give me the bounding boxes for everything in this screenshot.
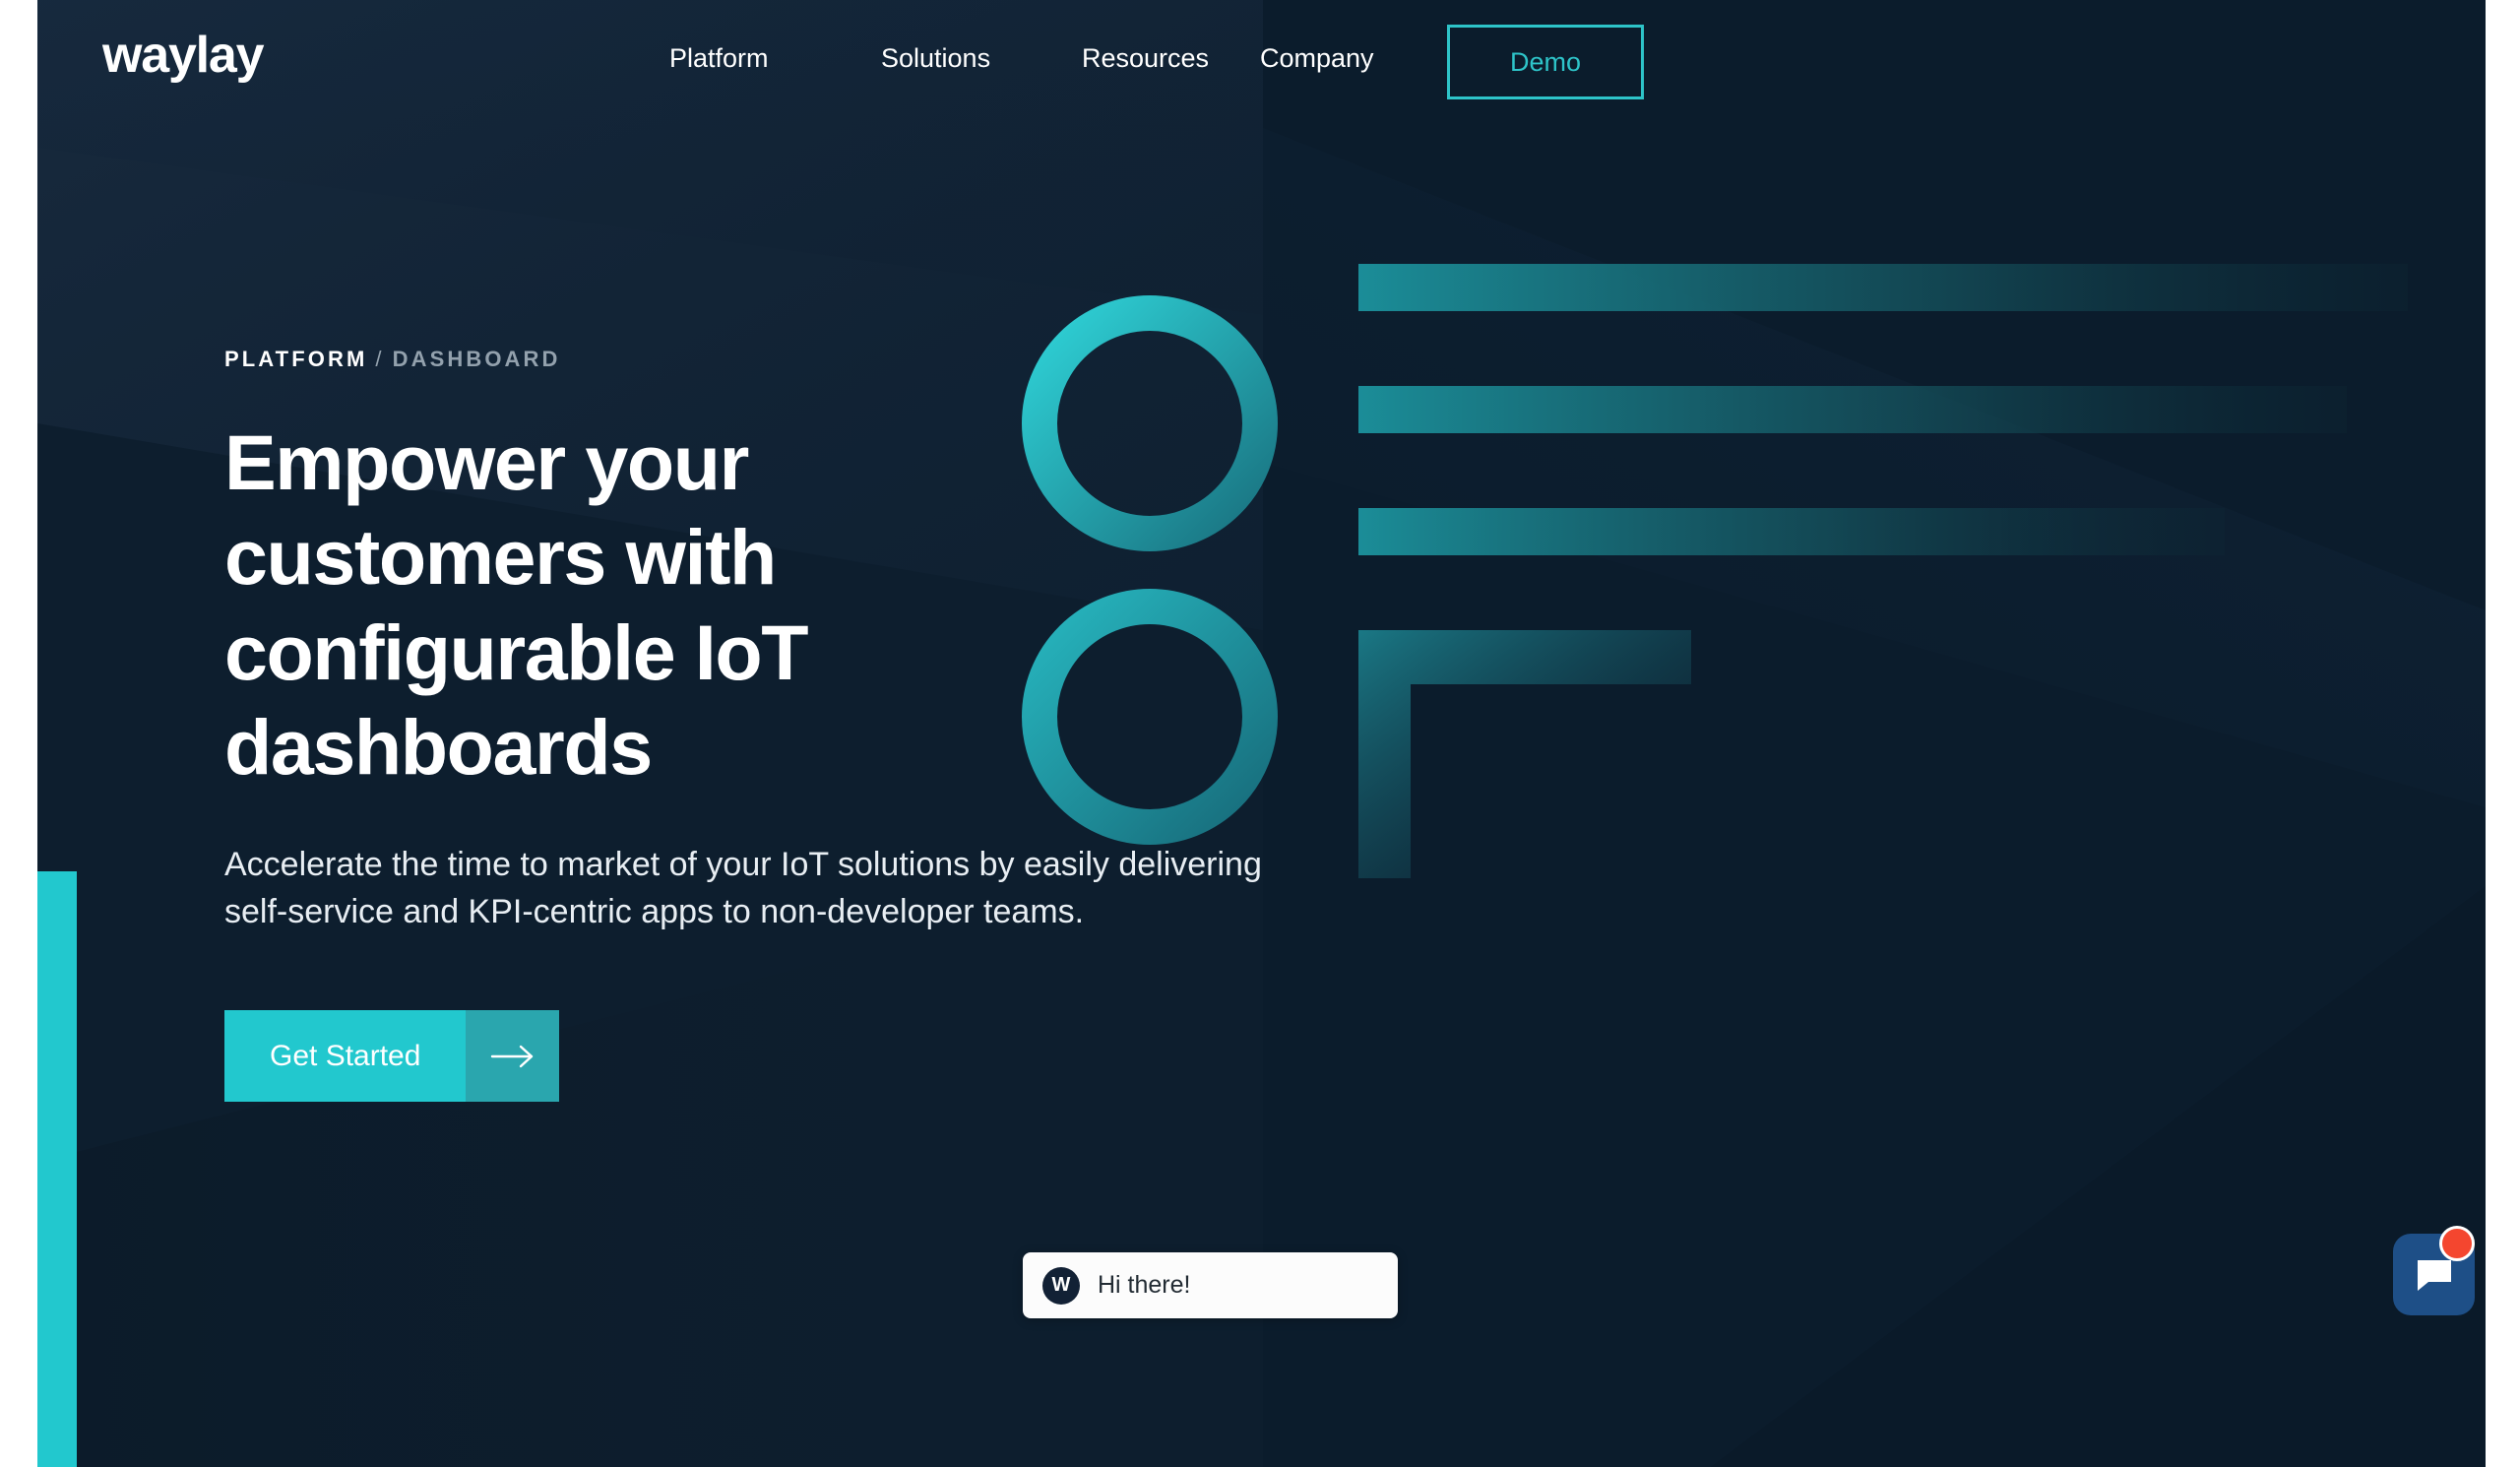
bar-3 [1358, 508, 2225, 555]
avatar: W [1042, 1266, 1080, 1305]
bar-2 [1358, 386, 2347, 433]
get-started-label: Get Started [224, 1010, 467, 1103]
nav-item-company[interactable]: Company [1260, 43, 1374, 74]
brand-logo[interactable]: waylay [102, 30, 265, 81]
site-header: waylay Platform Solutions Resources Comp… [37, 0, 2486, 114]
breadcrumb-separator: / [375, 347, 385, 371]
bar-1 [1358, 264, 2408, 311]
breadcrumb: PLATFORM / DASHBOARD [224, 347, 1356, 372]
chat-greeting-text: Hi there! [1098, 1271, 1191, 1299]
page-title: Empower your customers with configurable… [224, 418, 808, 792]
nav-item-resources[interactable]: Resources [1082, 43, 1209, 74]
scrollbar-track[interactable] [2486, 0, 2520, 1467]
accent-strip [37, 871, 77, 1467]
hero-section: PLATFORM / DASHBOARD Empower your customer… [224, 347, 1356, 1103]
nav-item-platform[interactable]: Platform [669, 43, 769, 74]
corner-frame [1358, 630, 1691, 878]
breadcrumb-primary[interactable]: PLATFORM [224, 347, 367, 371]
browser-viewport: waylay Platform Solutions Resources Comp… [0, 0, 2520, 1467]
notification-dot-icon [2439, 1226, 2475, 1261]
page-root: waylay Platform Solutions Resources Comp… [37, 0, 2486, 1467]
demo-button[interactable]: Demo [1447, 25, 1644, 99]
arrow-right-icon [466, 1010, 560, 1103]
hero-subtitle: Accelerate the time to market of your Io… [224, 845, 1262, 930]
get-started-button[interactable]: Get Started [224, 1010, 560, 1103]
breadcrumb-secondary: DASHBOARD [392, 347, 561, 371]
demo-button-label: Demo [1509, 46, 1582, 77]
chat-greeting-bubble[interactable]: W Hi there! [1023, 1252, 1398, 1318]
nav-item-solutions[interactable]: Solutions [881, 43, 990, 74]
